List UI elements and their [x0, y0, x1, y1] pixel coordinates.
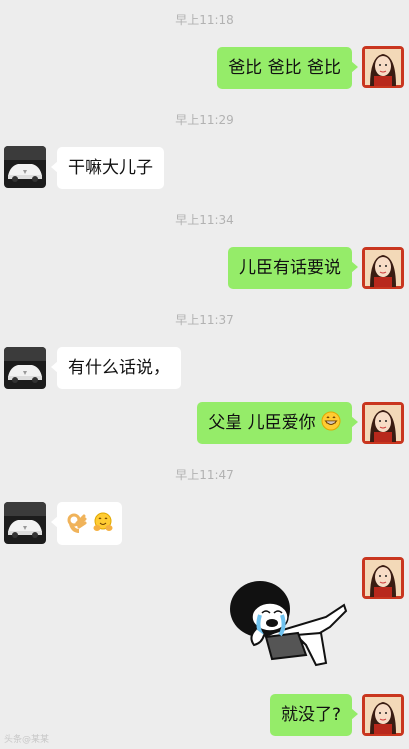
message-bubble-out[interactable]: 爸比 爸比 爸比 [217, 47, 358, 89]
grinning-face-icon [321, 411, 341, 431]
message-bubble-out[interactable]: 父皇 儿臣爱你 [197, 402, 358, 444]
message-bubble-in[interactable]: 干嘛大儿子 [51, 147, 164, 189]
timestamp: 早上11:29 [175, 113, 234, 127]
timestamp: 早上11:18 [175, 13, 234, 27]
message-text: 儿臣有话要说 [239, 258, 341, 278]
hugging-face-icon [93, 512, 113, 531]
user-avatar[interactable] [362, 247, 404, 289]
girl-avatar-icon [362, 694, 404, 736]
girl-avatar-icon [362, 247, 404, 289]
girl-avatar-icon [362, 46, 404, 88]
car-avatar-icon [4, 347, 46, 389]
user-avatar[interactable] [362, 46, 404, 88]
user-avatar[interactable] [362, 694, 404, 736]
girl-avatar-icon [362, 557, 404, 599]
message-bubble-in[interactable] [50, 502, 123, 545]
message-bubble-in[interactable]: 有什么话说， [51, 347, 181, 389]
timestamp: 早上11:37 [175, 313, 234, 327]
timestamp: 早上11:34 [175, 213, 234, 227]
contact-avatar[interactable] [4, 347, 46, 389]
ok-hand-icon [67, 513, 87, 533]
user-avatar[interactable] [362, 402, 404, 444]
message-text: 父皇 儿臣爱你 [208, 413, 316, 433]
message-bubble-out[interactable]: 就没了? [269, 694, 359, 736]
message-text: 就没了? [280, 705, 341, 725]
contact-avatar[interactable] [4, 502, 46, 544]
crying-sticker-icon [230, 581, 348, 667]
message-text: 爸比 爸比 爸比 [228, 58, 341, 78]
car-avatar-icon [4, 146, 46, 188]
contact-avatar[interactable] [4, 146, 46, 188]
girl-avatar-icon [362, 402, 404, 444]
timestamp: 早上11:47 [175, 468, 234, 482]
crying-cartoon-sticker[interactable] [226, 575, 354, 667]
car-avatar-icon [4, 502, 46, 544]
user-avatar[interactable] [362, 557, 404, 599]
watermark: 头条@某某 [4, 735, 50, 745]
message-text: 有什么话说， [68, 358, 170, 378]
message-text: 干嘛大儿子 [68, 158, 153, 178]
message-bubble-out[interactable]: 儿臣有话要说 [228, 247, 358, 289]
